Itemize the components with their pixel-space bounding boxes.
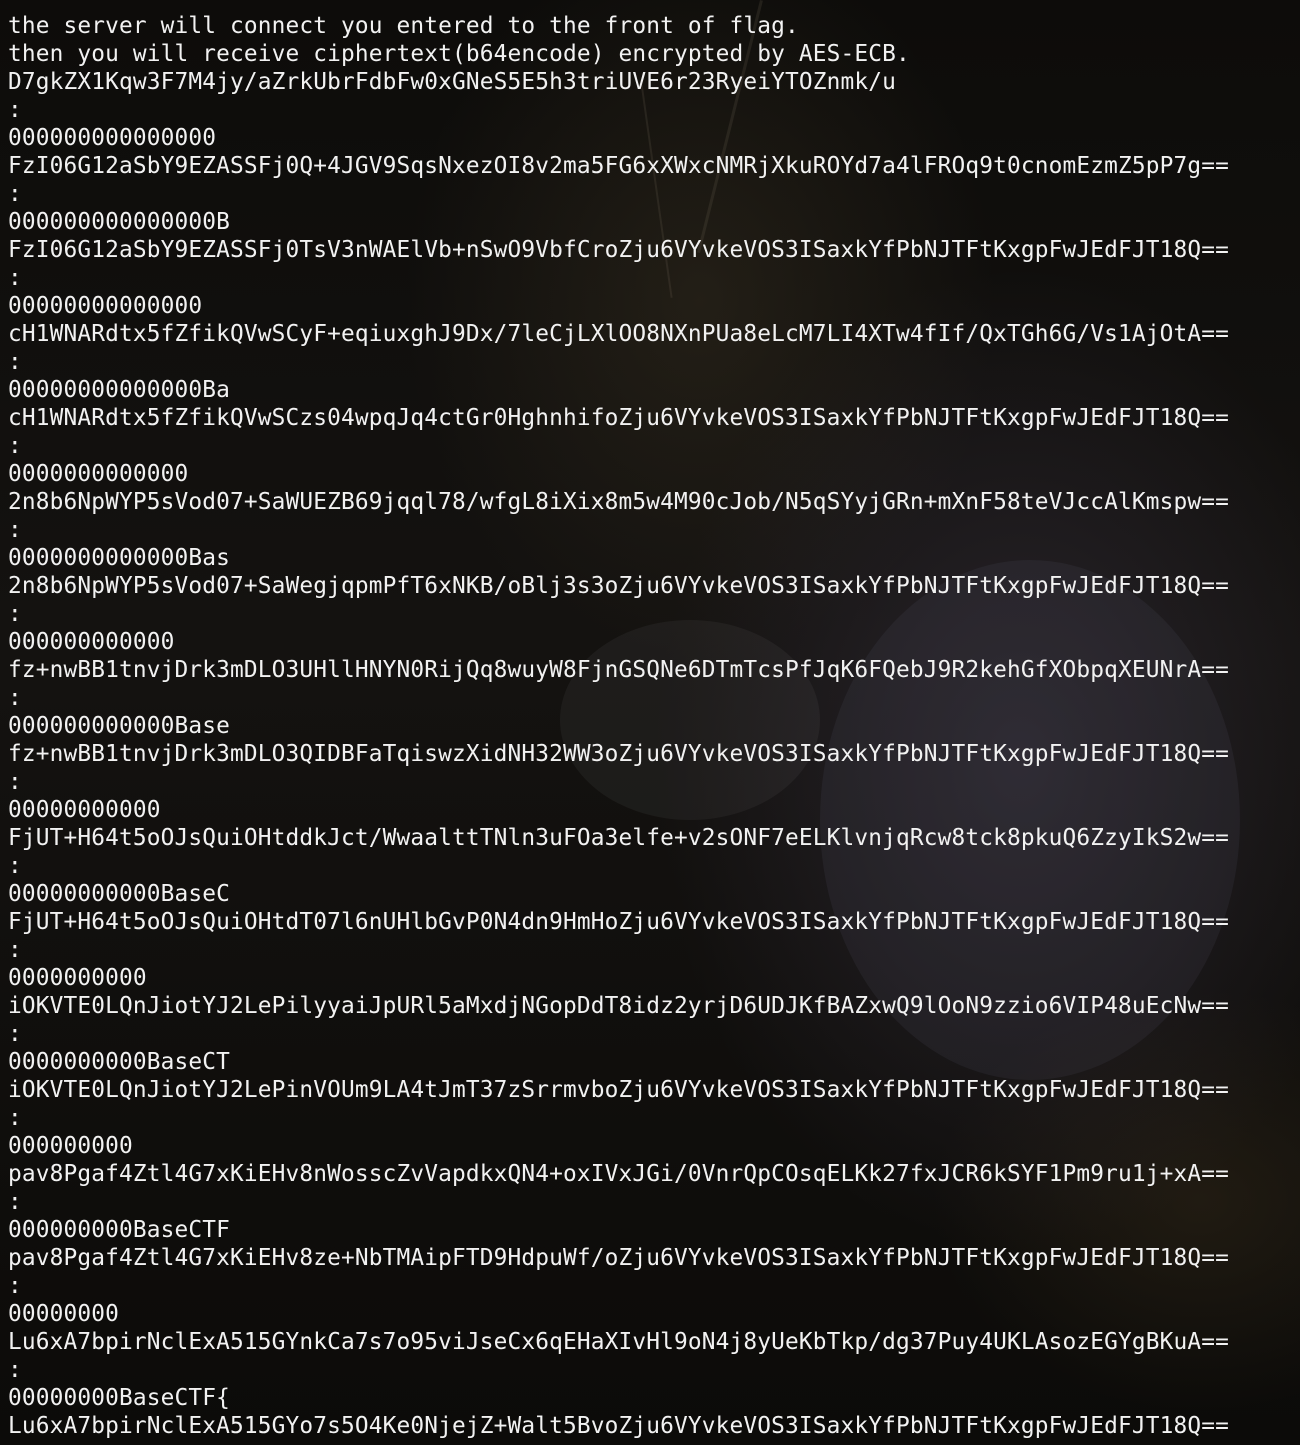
terminal-line: :: [8, 685, 22, 711]
terminal-line: :: [8, 1105, 22, 1131]
terminal-line: :: [8, 937, 22, 963]
terminal-line: then you will receive ciphertext(b64enco…: [8, 41, 910, 67]
terminal-line: the server will connect you entered to t…: [8, 13, 799, 39]
terminal-line: :: [8, 97, 22, 123]
terminal-line: 2n8b6NpWYP5sVod07+SaWUEZB69jqql78/wfgL8i…: [8, 489, 1229, 515]
terminal-line: 00000000000000Ba: [8, 377, 230, 403]
terminal-line: :: [8, 853, 22, 879]
terminal-line: fz+nwBB1tnvjDrk3mDLO3QIDBFaTqiswzXidNH32…: [8, 741, 1229, 767]
terminal-output[interactable]: the server will connect you entered to t…: [8, 12, 1229, 1440]
terminal-line: D7gkZX1Kqw3F7M4jy/aZrkUbrFdbFw0xGNeS5E5h…: [8, 69, 896, 95]
terminal-line: :: [8, 1021, 22, 1047]
terminal-line: :: [8, 433, 22, 459]
terminal-window[interactable]: the server will connect you entered to t…: [0, 0, 1300, 1445]
terminal-line: Lu6xA7bpirNclExA515GYo7s5O4Ke0NjejZ+Walt…: [8, 1413, 1229, 1439]
terminal-line: FjUT+H64t5oOJsQuiOHtddkJct/WwaalttTNln3u…: [8, 825, 1229, 851]
terminal-line: fz+nwBB1tnvjDrk3mDLO3UHllHNYN0RijQq8wuyW…: [8, 657, 1229, 683]
terminal-line: 000000000000: [8, 629, 175, 655]
terminal-line: :: [8, 601, 22, 627]
terminal-line: cH1WNARdtx5fZfikQVwSCzs04wpqJq4ctGr0Hghn…: [8, 405, 1229, 431]
terminal-line: 000000000000000: [8, 125, 217, 151]
terminal-line: pav8Pgaf4Ztl4G7xKiEHv8nWosscZvVapdkxQN4+…: [8, 1161, 1229, 1187]
terminal-line: 000000000000000B: [8, 209, 230, 235]
terminal-line: iOKVTE0LQnJiotYJ2LePinVOUm9LA4tJmT37zSrr…: [8, 1077, 1229, 1103]
terminal-line: cH1WNARdtx5fZfikQVwSCyF+eqiuxghJ9Dx/7leC…: [8, 321, 1229, 347]
terminal-line: 00000000000BaseC: [8, 881, 230, 907]
terminal-line: FzI06G12aSbY9EZASSFj0Q+4JGV9SqsNxezOI8v2…: [8, 153, 1229, 179]
terminal-line: pav8Pgaf4Ztl4G7xKiEHv8ze+NbTMAipFTD9Hdpu…: [8, 1245, 1229, 1271]
terminal-line: 00000000: [8, 1301, 119, 1327]
terminal-line: Lu6xA7bpirNclExA515GYnkCa7s7o95viJseCx6q…: [8, 1329, 1229, 1355]
terminal-line: :: [8, 517, 22, 543]
terminal-line: FzI06G12aSbY9EZASSFj0TsV3nWAElVb+nSwO9Vb…: [8, 237, 1229, 263]
terminal-line: :: [8, 1357, 22, 1383]
terminal-line: 0000000000: [8, 965, 147, 991]
terminal-line: :: [8, 1189, 22, 1215]
terminal-line: FjUT+H64t5oOJsQuiOHtdT07l6nUHlbGvP0N4dn9…: [8, 909, 1229, 935]
terminal-line: 0000000000000: [8, 461, 189, 487]
terminal-line: :: [8, 349, 22, 375]
terminal-line: :: [8, 181, 22, 207]
terminal-line: 0000000000BaseCT: [8, 1049, 230, 1075]
terminal-line: iOKVTE0LQnJiotYJ2LePilyyaiJpURl5aMxdjNGo…: [8, 993, 1229, 1019]
terminal-line: 00000000BaseCTF{: [8, 1385, 230, 1411]
terminal-line: 000000000000Base: [8, 713, 230, 739]
terminal-line: 00000000000: [8, 797, 161, 823]
terminal-line: :: [8, 769, 22, 795]
terminal-line: 2n8b6NpWYP5sVod07+SaWegjqpmPfT6xNKB/oBlj…: [8, 573, 1229, 599]
terminal-line: :: [8, 1273, 22, 1299]
terminal-line: 00000000000000: [8, 293, 203, 319]
terminal-line: :: [8, 265, 22, 291]
terminal-line: 000000000: [8, 1133, 133, 1159]
terminal-line: 000000000BaseCTF: [8, 1217, 230, 1243]
terminal-line: 0000000000000Bas: [8, 545, 230, 571]
